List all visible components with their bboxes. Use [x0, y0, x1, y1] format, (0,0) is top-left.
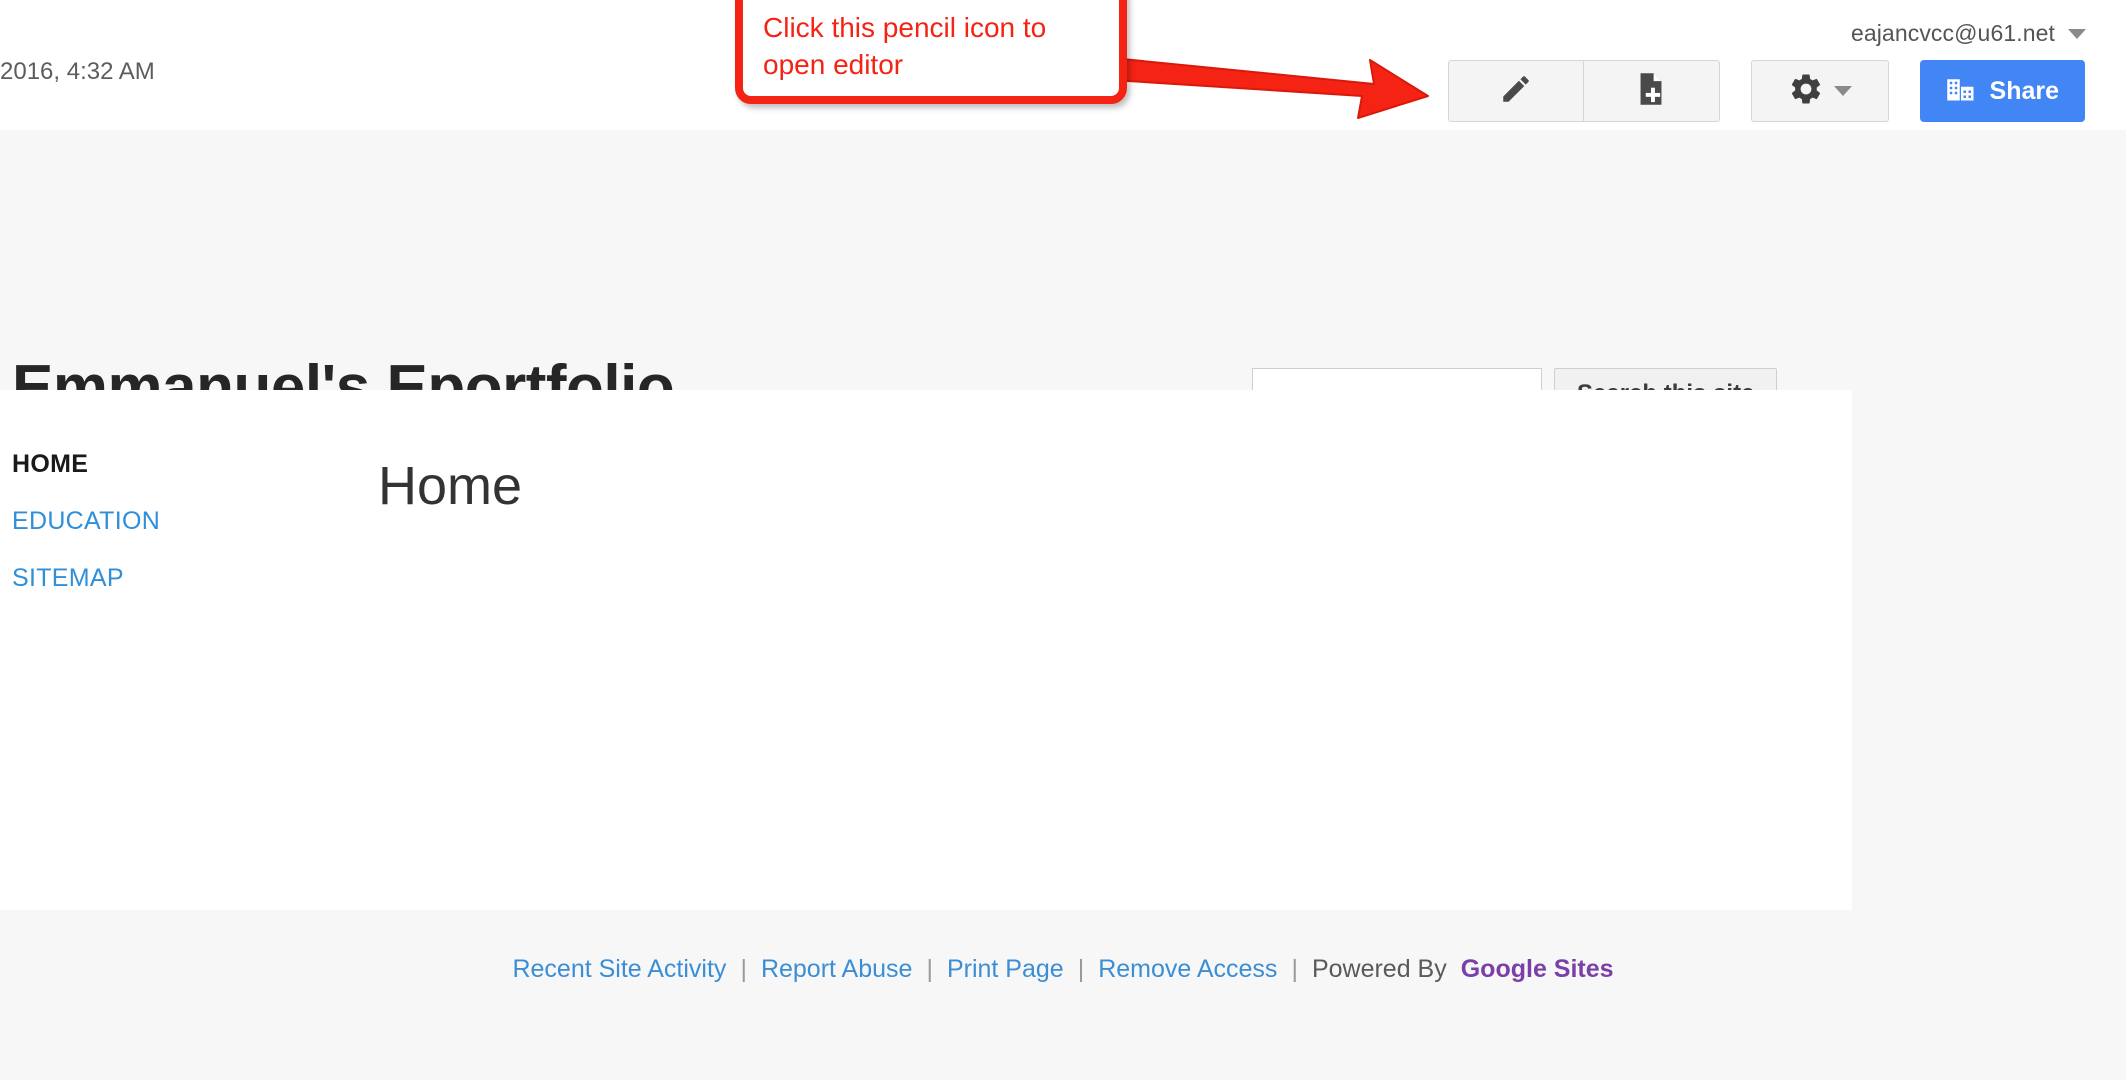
footer-link-print-page[interactable]: Print Page — [947, 955, 1064, 984]
sidebar-item-education[interactable]: EDUCATION — [12, 507, 312, 536]
footer-separator: | — [926, 955, 933, 983]
page-action-button-group — [1447, 60, 1720, 122]
site-header: Emmanuel's Eportfolio Search this site — [0, 130, 2126, 422]
page-toolbar: Share — [1447, 60, 2085, 122]
annotation-callout: Click this pencil icon to open editor — [735, 0, 1127, 104]
sidebar-item-sitemap[interactable]: SITEMAP — [12, 564, 312, 593]
gear-icon — [1788, 71, 1824, 112]
site-footer: Recent Site Activity | Report Abuse | Pr… — [0, 955, 2126, 984]
content-panel: HOME EDUCATION SITEMAP — [0, 390, 1852, 910]
pencil-icon — [1499, 72, 1533, 111]
more-actions-button[interactable] — [1750, 60, 1889, 122]
last-edit-timestamp: 2016, 4:32 AM — [0, 58, 155, 85]
account-menu[interactable]: eajancvcc@u61.net — [1851, 20, 2086, 47]
footer-link-recent-site-activity[interactable]: Recent Site Activity — [512, 955, 726, 984]
building-icon — [1946, 74, 1976, 109]
google-sites-brand[interactable]: Google Sites — [1461, 955, 1614, 984]
page-title: Home — [378, 456, 523, 516]
footer-link-remove-access[interactable]: Remove Access — [1098, 955, 1277, 984]
edit-page-button[interactable] — [1447, 60, 1584, 122]
new-page-button[interactable] — [1583, 60, 1720, 122]
footer-separator: | — [740, 955, 747, 983]
footer-separator: | — [1077, 955, 1085, 983]
share-button-label: Share — [1989, 76, 2059, 105]
account-email: eajancvcc@u61.net — [1850, 20, 2055, 46]
annotation-callout-text: Click this pencil icon to open editor — [763, 12, 1047, 80]
footer-separator: | — [1291, 955, 1298, 983]
sidebar-nav: HOME EDUCATION SITEMAP — [12, 450, 312, 621]
annotation-arrow — [1111, 57, 1429, 119]
sidebar-item-home[interactable]: HOME — [12, 450, 312, 479]
caret-down-icon — [1833, 86, 1852, 96]
powered-by-label: Powered By — [1311, 955, 1447, 983]
footer-link-report-abuse[interactable]: Report Abuse — [761, 955, 913, 984]
new-page-icon — [1635, 72, 1667, 111]
share-button[interactable]: Share — [1919, 60, 2085, 122]
chevron-down-icon — [2068, 28, 2086, 39]
